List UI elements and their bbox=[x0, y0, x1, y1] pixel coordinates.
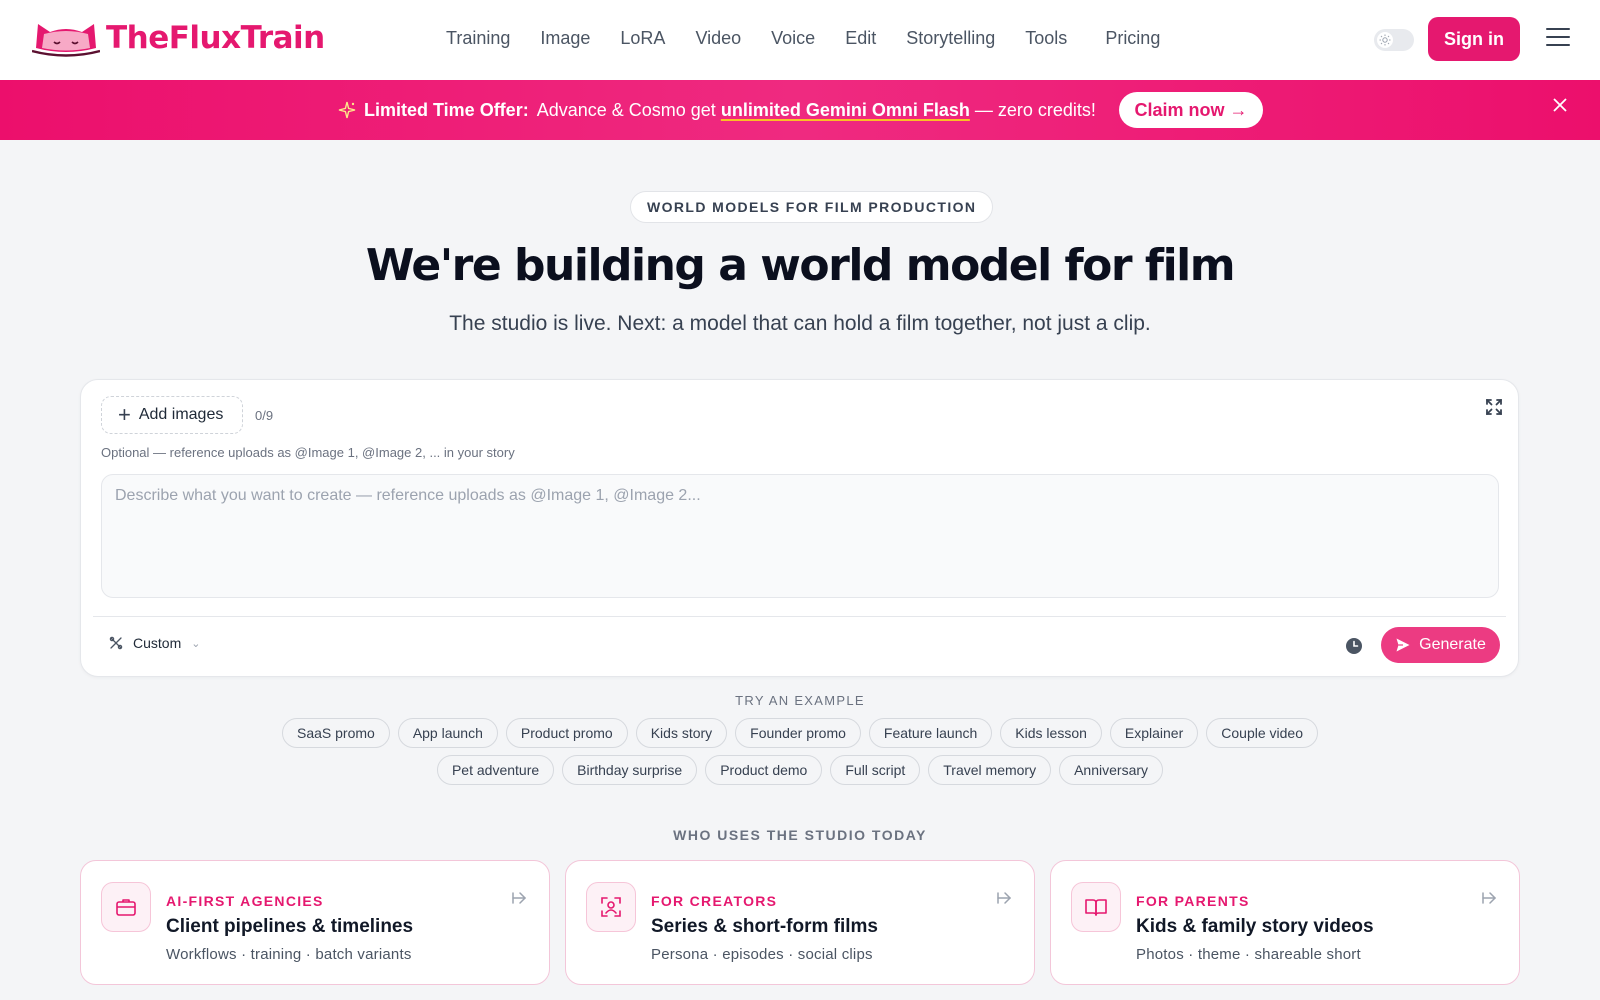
audience-card-creators[interactable]: FOR CREATORS Series & short-form films P… bbox=[565, 860, 1035, 985]
example-chip[interactable]: Travel memory bbox=[928, 755, 1052, 785]
mode-select[interactable]: Custom ⌄ bbox=[109, 635, 200, 651]
top-header: TheFluxTrain Training Image LoRA Video V… bbox=[0, 0, 1600, 80]
promo-highlight-link[interactable]: unlimited Gemini Omni Flash bbox=[721, 100, 970, 121]
arrow-right-icon bbox=[512, 892, 527, 904]
briefcase-icon bbox=[116, 899, 136, 916]
prompt-input[interactable] bbox=[101, 474, 1499, 598]
example-chip[interactable]: Founder promo bbox=[735, 718, 861, 748]
example-chip[interactable]: Feature launch bbox=[868, 718, 993, 748]
arrow-right-icon bbox=[1482, 892, 1497, 904]
promo-banner: Limited Time Offer: Advance & Cosmo get … bbox=[0, 80, 1600, 140]
hero-eyebrow-badge: WORLD MODELS FOR FILM PRODUCTION bbox=[630, 191, 994, 223]
expand-icon[interactable] bbox=[1485, 398, 1503, 416]
card-eyebrow: AI-FIRST AGENCIES bbox=[166, 893, 324, 909]
sun-icon bbox=[1379, 34, 1391, 46]
example-chip[interactable]: Kids story bbox=[635, 718, 728, 748]
card-title: Client pipelines & timelines bbox=[166, 916, 414, 937]
card-eyebrow: FOR PARENTS bbox=[1136, 893, 1250, 909]
cat-logo-icon bbox=[32, 24, 100, 57]
card-icon-box bbox=[101, 882, 151, 932]
card-icon-box bbox=[1071, 882, 1121, 932]
open-book-icon bbox=[1085, 899, 1107, 916]
user-scan-icon bbox=[601, 897, 621, 917]
audience-card-agencies[interactable]: AI-FIRST AGENCIES Client pipelines & tim… bbox=[80, 860, 550, 985]
card-icon-box bbox=[586, 882, 636, 932]
image-count: 0/9 bbox=[255, 408, 274, 423]
theme-toggle[interactable] bbox=[1374, 29, 1414, 51]
generate-label: Generate bbox=[1419, 636, 1486, 653]
example-chip[interactable]: Explainer bbox=[1109, 718, 1199, 748]
brand-logo[interactable]: TheFluxTrain bbox=[32, 18, 325, 58]
sparkle-icon bbox=[338, 101, 356, 119]
example-chip[interactable]: Birthday surprise bbox=[562, 755, 698, 785]
promo-message: Limited Time Offer: Advance & Cosmo get … bbox=[338, 80, 1096, 140]
example-chips-row-2: Pet adventure Birthday surprise Product … bbox=[0, 755, 1600, 785]
card-subtitle: Persona · episodes · social clips bbox=[651, 946, 873, 963]
promo-label: Limited Time Offer: bbox=[364, 99, 529, 120]
card-title: Series & short-form films bbox=[651, 916, 878, 937]
nav-lora[interactable]: LoRA bbox=[620, 28, 665, 49]
close-icon[interactable] bbox=[1552, 97, 1568, 113]
try-example-heading: TRY AN EXAMPLE bbox=[735, 693, 865, 708]
promo-text-before: Advance & Cosmo get bbox=[536, 99, 716, 120]
nav-edit[interactable]: Edit bbox=[845, 28, 876, 49]
nav-storytelling[interactable]: Storytelling bbox=[906, 28, 995, 49]
card-subtitle: Photos · theme · shareable short bbox=[1136, 946, 1361, 963]
example-chip[interactable]: SaaS promo bbox=[281, 718, 390, 748]
chevron-down-icon: ⌄ bbox=[191, 637, 201, 650]
example-chip[interactable]: Full script bbox=[830, 755, 921, 785]
brand-name: TheFluxTrain bbox=[106, 20, 325, 56]
arrow-right-icon bbox=[997, 892, 1012, 904]
upload-hint: Optional — reference uploads as @Image 1… bbox=[101, 445, 515, 460]
audience-card-parents[interactable]: FOR PARENTS Kids & family story videos P… bbox=[1050, 860, 1520, 985]
nav-image[interactable]: Image bbox=[540, 28, 590, 49]
example-chip[interactable]: Pet adventure bbox=[436, 755, 555, 785]
who-uses-heading: WHO USES THE STUDIO TODAY bbox=[673, 827, 927, 843]
history-icon[interactable] bbox=[1345, 637, 1363, 655]
example-chip[interactable]: Kids lesson bbox=[1000, 718, 1102, 748]
hamburger-icon[interactable] bbox=[1546, 28, 1570, 46]
tools-icon bbox=[109, 636, 123, 650]
example-chip[interactable]: Product promo bbox=[505, 718, 628, 748]
mode-label: Custom bbox=[133, 635, 182, 651]
main-nav: Training Image LoRA Video Voice Edit Sto… bbox=[446, 28, 1190, 49]
example-chip[interactable]: Anniversary bbox=[1059, 755, 1164, 785]
plus-icon: + bbox=[118, 402, 131, 427]
example-chip[interactable]: Couple video bbox=[1206, 718, 1318, 748]
promo-text-after: — zero credits! bbox=[974, 99, 1096, 120]
add-images-label: Add images bbox=[138, 406, 224, 423]
nav-video[interactable]: Video bbox=[695, 28, 741, 49]
nav-pricing[interactable]: Pricing bbox=[1105, 28, 1160, 49]
toggle-knob bbox=[1377, 32, 1393, 48]
sign-in-button[interactable]: Sign in bbox=[1428, 17, 1520, 61]
example-chips-row-1: SaaS promo App launch Product promo Kids… bbox=[0, 718, 1600, 748]
card-title: Kids & family story videos bbox=[1136, 916, 1374, 937]
claim-now-button[interactable]: Claim now → bbox=[1119, 92, 1263, 128]
example-chip[interactable]: App launch bbox=[397, 718, 498, 748]
card-subtitle: Workflows · training · batch variants bbox=[166, 946, 412, 963]
nav-tools[interactable]: Tools bbox=[1025, 28, 1067, 49]
example-chip[interactable]: Product demo bbox=[705, 755, 823, 785]
composer-divider bbox=[93, 616, 1506, 617]
nav-training[interactable]: Training bbox=[446, 28, 510, 49]
hero-subtitle: The studio is live. Next: a model that c… bbox=[449, 312, 1151, 335]
add-images-button[interactable]: + Add images bbox=[101, 396, 243, 434]
hero-title: We're building a world model for film bbox=[365, 240, 1236, 291]
card-eyebrow: FOR CREATORS bbox=[651, 893, 778, 909]
generate-button[interactable]: Generate bbox=[1381, 627, 1500, 663]
send-icon bbox=[1396, 638, 1410, 652]
story-composer: + Add images 0/9 Optional — reference up… bbox=[80, 379, 1519, 677]
nav-voice[interactable]: Voice bbox=[771, 28, 815, 49]
